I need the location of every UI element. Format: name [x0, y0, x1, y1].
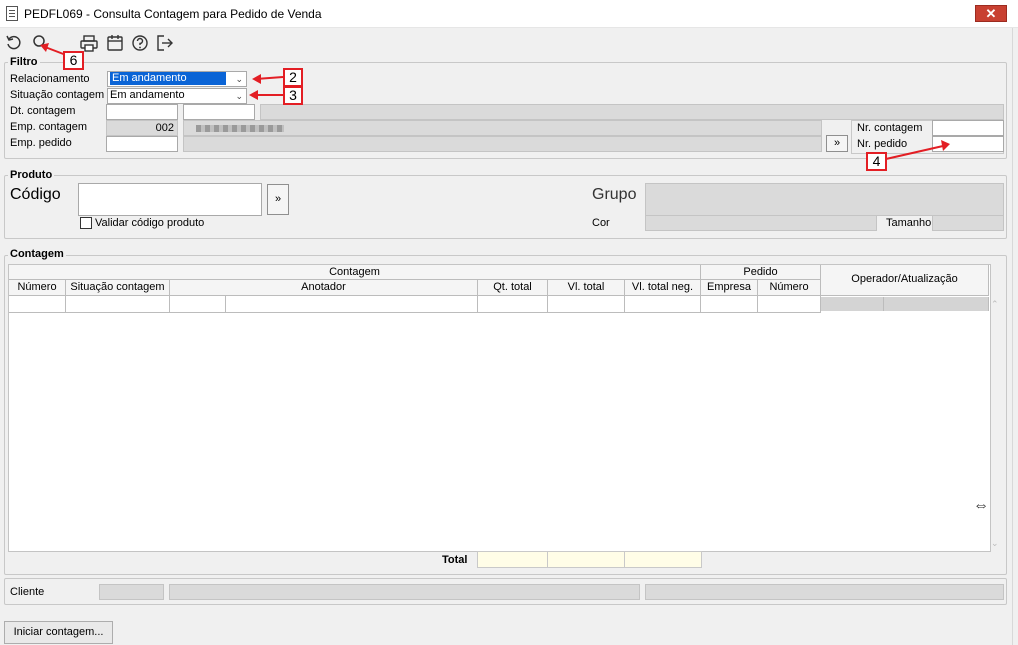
- table-cell[interactable]: [625, 296, 701, 313]
- validar-checkbox[interactable]: [80, 217, 92, 229]
- total-vl-neg-field: [624, 551, 702, 568]
- cor-field: [645, 215, 877, 231]
- validar-label: Validar código produto: [95, 217, 205, 229]
- situacao-label: Situação contagem: [10, 89, 105, 101]
- tamanho-field: [932, 215, 1004, 231]
- cor-label: Cor: [592, 217, 610, 229]
- column-header-vl-total-neg[interactable]: Vl. total neg.: [625, 280, 701, 296]
- window-border: [1012, 28, 1018, 645]
- tamanho-label: Tamanho: [886, 217, 932, 229]
- codigo-label: Código: [10, 186, 61, 203]
- resize-cursor-icon: ⇔: [973, 497, 989, 514]
- situacao-value: Em andamento: [110, 89, 185, 101]
- cliente-label: Cliente: [10, 586, 45, 598]
- close-button[interactable]: ✕: [975, 5, 1007, 22]
- total-qt-field: [477, 551, 548, 568]
- table-cell[interactable]: [9, 296, 66, 313]
- relacionamento-value: Em andamento: [110, 72, 226, 85]
- cliente-info-field: [645, 584, 1004, 600]
- annotation-6: 6: [63, 51, 84, 70]
- column-header-empresa[interactable]: Empresa: [701, 280, 758, 296]
- vertical-scrollbar[interactable]: ⌃ ⌄: [990, 297, 1001, 551]
- codigo-lookup-button[interactable]: »: [267, 184, 289, 215]
- nr-contagem-label: Nr. contagem: [857, 122, 923, 134]
- table-cell[interactable]: [226, 296, 478, 313]
- table-cell[interactable]: [701, 296, 758, 313]
- column-header-qt-total[interactable]: Qt. total: [478, 280, 548, 296]
- dt-contagem-end-input[interactable]: [183, 104, 255, 120]
- blurred-company-name: [196, 125, 284, 132]
- emp-pedido-name: [183, 136, 822, 152]
- nr-pedido-label: Nr. pedido: [857, 138, 908, 150]
- table-cell: [884, 297, 989, 311]
- document-icon: [6, 6, 18, 21]
- header-pedido-group: Pedido: [701, 265, 821, 280]
- header-operador: Operador/Atualização: [821, 265, 989, 296]
- filtro-title: Filtro: [8, 56, 40, 68]
- table-cell: [821, 297, 884, 311]
- cliente-name-field: [169, 584, 640, 600]
- emp-contagem-input[interactable]: 002: [106, 120, 178, 136]
- emp-contagem-name: [183, 120, 822, 136]
- emp-contagem-label: Emp. contagem: [10, 121, 88, 133]
- chevron-down-icon[interactable]: ⌄: [991, 538, 999, 549]
- column-header-situacao[interactable]: Situação contagem: [66, 280, 170, 296]
- nr-contagem-input[interactable]: [932, 120, 1004, 136]
- contagem-title: Contagem: [8, 248, 66, 260]
- lookup-button[interactable]: »: [826, 135, 848, 152]
- calendar-icon[interactable]: [105, 33, 125, 53]
- relacionamento-select[interactable]: Em andamento ⌄: [107, 71, 247, 87]
- total-vl-field: [547, 551, 625, 568]
- chevron-down-icon: ⌄: [235, 91, 243, 101]
- annotation-3: 3: [283, 86, 303, 105]
- table-cell[interactable]: [66, 296, 170, 313]
- dt-contagem-info: [260, 104, 1004, 120]
- table-cell[interactable]: [478, 296, 548, 313]
- situacao-select[interactable]: Em andamento ⌄: [107, 88, 247, 104]
- table-cell[interactable]: [170, 296, 226, 313]
- print-icon[interactable]: [79, 33, 99, 53]
- chevron-up-icon[interactable]: ⌃: [991, 299, 999, 310]
- dt-contagem-start-input[interactable]: [106, 104, 178, 120]
- column-header-vl-total[interactable]: Vl. total: [548, 280, 625, 296]
- chevron-down-icon: ⌄: [235, 74, 243, 84]
- table-cell[interactable]: [758, 296, 821, 313]
- annotation-4: 4: [866, 152, 887, 171]
- nr-pedido-input[interactable]: [932, 136, 1004, 152]
- grupo-label: Grupo: [592, 186, 637, 203]
- header-contagem-group: Contagem: [9, 265, 701, 280]
- produto-title: Produto: [8, 169, 55, 181]
- exit-icon[interactable]: [155, 33, 175, 53]
- help-icon[interactable]: [130, 33, 150, 53]
- relacionamento-label: Relacionamento: [10, 73, 90, 85]
- table-cell[interactable]: [548, 296, 625, 313]
- emp-pedido-label: Emp. pedido: [10, 137, 72, 149]
- total-label: Total: [442, 554, 468, 566]
- iniciar-contagem-button[interactable]: Iniciar contagem...: [4, 621, 113, 644]
- cliente-code-field: [99, 584, 164, 600]
- grupo-field: [645, 183, 1004, 216]
- dt-contagem-label: Dt. contagem: [10, 105, 76, 117]
- column-header-numero[interactable]: Número: [9, 280, 66, 296]
- search-icon[interactable]: [30, 33, 50, 53]
- refresh-icon[interactable]: [4, 33, 24, 53]
- column-header-anotador[interactable]: Anotador: [170, 280, 478, 296]
- annotation-2: 2: [283, 68, 303, 87]
- emp-pedido-input[interactable]: [106, 136, 178, 152]
- window-title: PEDFL069 - Consulta Contagem para Pedido…: [24, 7, 322, 21]
- column-header-pedido-numero[interactable]: Número: [758, 280, 821, 296]
- codigo-input[interactable]: [78, 183, 262, 216]
